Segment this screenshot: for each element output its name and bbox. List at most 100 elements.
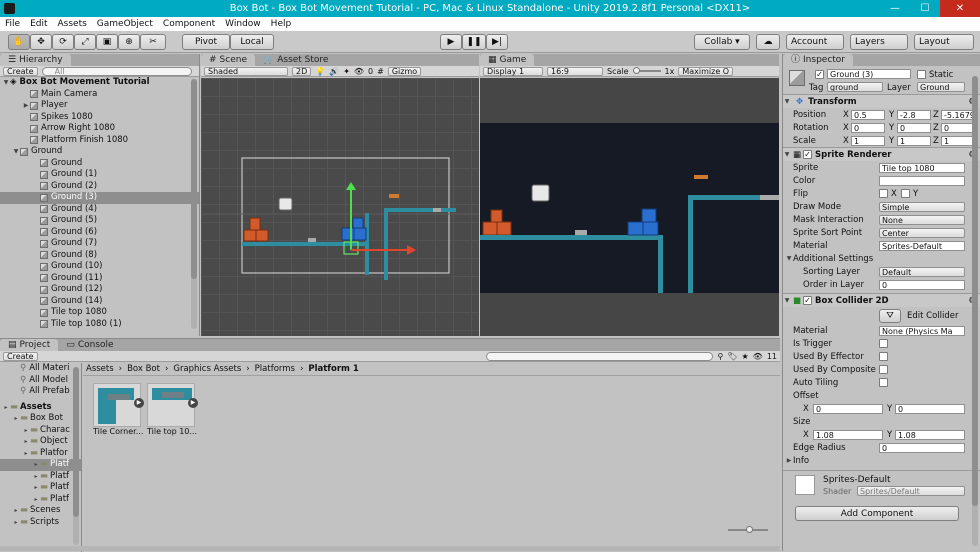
offset-x-field[interactable]: 0 [813,403,883,414]
material-field[interactable]: Sprites-Default [879,240,965,251]
light-toggle-icon[interactable]: 💡 [315,67,325,76]
effects-toggle-icon[interactable]: ✦ [343,67,350,76]
hierarchy-item[interactable]: Ground (1) [0,169,199,181]
mask-interaction-dropdown[interactable]: None [879,214,965,225]
sorting-layer-dropdown[interactable]: Default [879,266,965,277]
layer-dropdown[interactable]: Ground [917,82,965,92]
hierarchy-item[interactable]: Ground (8) [0,250,199,262]
play-button-icon[interactable]: ▶ [440,34,462,50]
project-tree-item[interactable]: ▸ ▬ Platf [0,471,81,483]
tag-dropdown[interactable]: ground [827,82,883,92]
hierarchy-item[interactable]: Tile top 1080 (1) [0,319,199,331]
blue-box-sprite[interactable] [352,217,364,229]
menu-file[interactable]: File [0,17,25,31]
expand-arrow-icon[interactable]: ▸ [22,436,30,448]
size-x-field[interactable]: 1.08 [813,429,883,440]
edge-radius-field[interactable]: 0 [879,442,965,453]
audio-toggle-icon[interactable]: 🔊 [329,67,339,76]
maximize-button[interactable]: ☐ [910,0,940,17]
hierarchy-item[interactable]: Ground (6) [0,227,199,239]
collab-button[interactable]: Collab ▾ [694,34,750,50]
expand-arrow-icon[interactable]: ▸ [12,505,20,517]
project-tree-item[interactable]: ▸ ▬ Platf [0,459,81,471]
local-toggle[interactable]: Local [230,34,274,50]
maximize-on-play-toggle[interactable]: Maximize O [678,66,734,76]
game-viewport[interactable] [480,78,779,336]
scene-viewport[interactable] [201,78,479,336]
upper-wall[interactable] [384,208,388,280]
hand-tool-icon[interactable]: ✋ [8,34,30,50]
tab-scene[interactable]: # Scene [201,54,255,66]
collapse-arrow-icon[interactable]: ▼ [2,77,10,89]
object-name-field[interactable]: Ground (3) [827,69,911,79]
step-button-icon[interactable]: ▶| [486,34,508,50]
project-tree-item[interactable]: ▸ ▬ Platf [0,482,81,494]
rect-tool-icon[interactable]: ▣ [96,34,118,50]
account-dropdown[interactable]: Account [786,34,844,50]
expand-arrow-icon[interactable]: ▸ [32,459,40,471]
menu-edit[interactable]: Edit [25,17,52,31]
position-field[interactable]: -2.8 [897,109,931,120]
favorite-item[interactable]: ⚲ All Materi [0,363,81,375]
breadcrumb-item[interactable]: Graphics Assets [173,364,241,374]
flip-y-checkbox[interactable] [901,189,910,198]
shading-dropdown[interactable]: Shaded [204,66,288,76]
project-tree-item[interactable]: ▸ ▬ Object [0,436,81,448]
tab-game[interactable]: ▦ Game [480,54,535,66]
order-in-layer-field[interactable]: 0 [879,279,965,290]
thumbnail-size-slider[interactable] [728,526,768,533]
layers-dropdown[interactable]: Layers [850,34,908,50]
breadcrumb-item[interactable]: Platforms [255,364,295,374]
2d-toggle[interactable]: 2D [292,66,312,76]
hierarchy-item[interactable]: ▶ Player [0,100,199,112]
shader-dropdown[interactable]: Sprites/Default [857,486,965,496]
expand-arrow-icon[interactable]: ▸ [32,471,40,483]
favorite-item[interactable]: ⚲ All Model [0,375,81,387]
hierarchy-item[interactable]: Spikes 1080 [0,112,199,124]
add-component-button[interactable]: Add Component [795,506,959,521]
gizmos-dropdown[interactable]: Gizmo [387,66,422,76]
scale-field[interactable]: 1 [897,135,931,146]
move-tool-icon[interactable]: ✥ [30,34,52,50]
hierarchy-item[interactable]: Ground (5) [0,215,199,227]
expand-arrow-icon[interactable]: ▸ [32,482,40,494]
hierarchy-item[interactable]: Ground (3) [0,192,199,204]
player-sprite[interactable] [278,197,293,211]
collapse-arrow-icon[interactable]: ▼ [785,255,793,262]
hierarchy-item[interactable]: Tile top 1080 [0,307,199,319]
used-by-composite-checkbox[interactable] [879,365,888,374]
expand-arrow-icon[interactable]: ▸ [22,448,30,460]
project-tree-item[interactable]: ▸ ▬ Assets [0,402,81,414]
expand-arrow-icon[interactable]: ▶ [22,100,30,112]
project-tree-item[interactable]: ▸ ▬ Charac [0,425,81,437]
breadcrumb-item[interactable]: Box Bot [127,364,160,374]
hierarchy-item[interactable]: Ground (11) [0,273,199,285]
transform-tool-icon[interactable]: ⊕ [118,34,140,50]
auto-tiling-checkbox[interactable] [879,378,888,387]
hierarchy-item[interactable]: Ground (2) [0,181,199,193]
custom-tool-icon[interactable]: ✂ [140,34,166,50]
menu-window[interactable]: Window [220,17,266,31]
project-tree-item[interactable]: ▸ ▬ Platf [0,494,81,506]
scene-canvas[interactable] [201,78,479,336]
pivot-toggle[interactable]: Pivot [182,34,230,50]
spikes-sprite[interactable] [433,208,441,212]
position-field[interactable]: -5.1679 [941,109,975,120]
scale-slider[interactable] [632,67,661,74]
aspect-dropdown[interactable]: 16:9 [547,66,603,76]
transform-header[interactable]: ▼✥Transform⚙ [783,94,980,108]
is-trigger-checkbox[interactable] [879,339,888,348]
hierarchy-item[interactable]: Platform Finish 1080 [0,135,199,147]
blue-box-sprite[interactable] [341,227,355,241]
project-tree-scrollbar[interactable] [73,367,79,545]
project-tree-item[interactable]: ▸ ▬ Scripts [0,517,81,529]
hierarchy-item[interactable]: Ground (12) [0,284,199,296]
expand-arrow-icon[interactable]: ▸ [32,494,40,506]
edit-collider-button-icon[interactable]: ⛛ [879,309,901,323]
collapse-arrow-icon[interactable]: ▼ [783,297,791,304]
hierarchy-item[interactable]: Ground (14) [0,296,199,308]
rotate-tool-icon[interactable]: ⟳ [52,34,74,50]
menu-assets[interactable]: Assets [53,17,92,31]
search-by-type-icon[interactable]: ⚲ [717,352,723,361]
tab-project[interactable]: ▤ Project [0,339,59,351]
